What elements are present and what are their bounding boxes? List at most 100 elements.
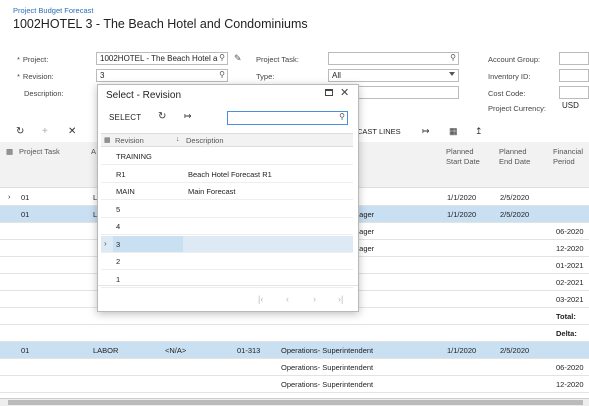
search-icon[interactable]: ⚲ [219,70,225,79]
col-project-task[interactable]: Project Task [19,147,60,157]
cell-period: 06-2020 [556,363,584,372]
revision-cell: 3 [116,239,121,249]
cell-end: 2/5/2020 [500,346,530,355]
project-label: Project: [17,55,48,64]
revision-cell: 4 [116,222,121,231]
revision-cell: 2 [116,257,121,266]
revision-cell-bg [113,253,183,269]
cell-end: 2/5/2020 [500,193,530,202]
project-selector[interactable]: 1002HOTEL - The Beach Hotel a ⚲ [96,52,228,65]
cell-inv: <N/A> [165,346,187,355]
col-planned-start-line1: Planned [446,147,474,156]
cell-start: 1/1/2020 [447,210,477,219]
edit-pencil-icon[interactable]: ✎ [234,53,242,64]
last-page-icon[interactable]: ›| [338,294,343,304]
fit-columns-icon[interactable]: ↦ [184,111,192,122]
list-item[interactable]: TRAINING [101,148,353,165]
list-item[interactable]: 5 [101,201,353,218]
list-item[interactable]: 2 [101,253,353,270]
col-financial-period-line1: Financial [553,147,584,156]
row-expand-icon[interactable]: › [8,192,11,201]
revision-cell-bg [113,201,183,217]
revision-label: Revision: [17,72,54,81]
list-item[interactable]: R1 Beach Hotel Forecast R1 [101,166,353,183]
select-revision-dialog: Select - Revision ✕ SELECT ↻ ↦ ⚲ ▦ Revis… [97,84,359,312]
cell-period: 02-2021 [556,278,584,287]
forecast-lines-button[interactable]: ECAST LINES [352,127,401,136]
project-task-selector[interactable]: ⚲ [328,52,459,65]
account-group-label: Account Group: [488,55,541,64]
breadcrumb[interactable]: Project Budget Forecast [13,6,93,15]
fit-columns-icon[interactable]: ↦ [422,126,430,137]
search-icon[interactable]: ⚲ [219,53,225,62]
next-page-icon[interactable]: › [313,294,316,304]
dialog-grid-header: ▦ Revision ↓ Description [101,133,353,147]
cell-period: 01-2021 [556,261,584,270]
table-row[interactable]: Operations- Superintendent 12-2020 [0,376,589,393]
revision-cell-bg [113,235,183,252]
dialog-title: Select - Revision [106,90,182,101]
add-icon[interactable]: + [42,126,48,137]
cost-code-selector[interactable] [559,86,589,99]
col-account-group[interactable]: A [91,147,96,157]
cell-code: 01-313 [237,346,261,355]
table-row[interactable]: Delta: [0,325,589,342]
currency-text: USD [562,101,579,110]
maximize-icon[interactable] [325,89,333,96]
revision-cell: TRAINING [116,152,152,161]
list-item[interactable]: › 3 [101,235,353,253]
col-planned-end[interactable]: Planned End Date [499,147,530,167]
revision-cell-bg [113,218,183,234]
cell-acct: LABOR [93,346,119,355]
cell-task: 01 [21,346,30,355]
dialog-search-input[interactable]: ⚲ [227,111,348,125]
description-cell: Main Forecast [188,187,236,196]
revision-cell: MAIN [116,187,135,196]
project-task-label: Project Task: [256,55,299,64]
select-button[interactable]: SELECT [109,113,141,122]
grid-settings-icon[interactable]: ▦ [6,147,13,157]
list-item[interactable]: 4 [101,218,353,235]
refresh-icon[interactable]: ↻ [16,126,24,137]
export-excel-icon[interactable]: ▦ [449,126,458,137]
account-group-selector[interactable] [559,52,589,65]
type-dropdown[interactable]: All [328,69,459,82]
delete-icon[interactable]: ✕ [68,126,76,137]
cell-desc: Operations- Superintendent [281,346,374,355]
sort-down-icon[interactable]: ↓ [176,136,180,143]
cell-start: 1/1/2020 [447,193,477,202]
scrollbar-thumb[interactable] [8,400,583,405]
table-row[interactable]: Operations- Superintendent 06-2020 [0,359,589,376]
revision-value: 3 [100,71,105,80]
search-icon: ⚲ [339,112,345,121]
first-page-icon[interactable]: |‹ [258,294,263,304]
description-label: Description: [24,89,64,98]
inventory-id-selector[interactable] [559,69,589,82]
col-planned-start[interactable]: Planned Start Date [446,147,480,167]
col-financial-period[interactable]: Financial Period [553,147,583,167]
type-label: Type: [256,72,275,81]
revision-selector[interactable]: 3 ⚲ [96,69,228,82]
type-value: All [332,71,341,80]
list-item[interactable]: MAIN Main Forecast [101,183,353,200]
dialog-grid-settings-icon[interactable]: ▦ [104,136,111,144]
inventory-id-label: Inventory ID: [488,72,531,81]
description-cell: Beach Hotel Forecast R1 [188,169,272,179]
upload-icon[interactable]: ↥ [475,126,483,137]
table-row[interactable]: 01 LABOR <N/A> 01-313 Operations- Superinten… [0,342,589,359]
horizontal-scrollbar[interactable] [0,398,589,406]
project-value: 1002HOTEL - The Beach Hotel a [100,54,218,63]
search-icon[interactable]: ⚲ [450,53,456,62]
revision-cell: 5 [116,204,121,214]
cell-period: Delta: [556,329,577,338]
cell-desc: Operations- Superintendent [281,363,374,372]
col-description[interactable]: Description [186,136,224,145]
refresh-icon[interactable]: ↻ [158,111,166,122]
prev-page-icon[interactable]: ‹ [286,294,289,304]
col-revision[interactable]: Revision [115,136,144,145]
close-icon[interactable]: ✕ [340,86,349,99]
col-planned-end-line1: Planned [499,147,527,156]
revision-cell: 1 [116,274,121,284]
chevron-down-icon [449,72,455,76]
cell-period: Total: [556,312,576,321]
